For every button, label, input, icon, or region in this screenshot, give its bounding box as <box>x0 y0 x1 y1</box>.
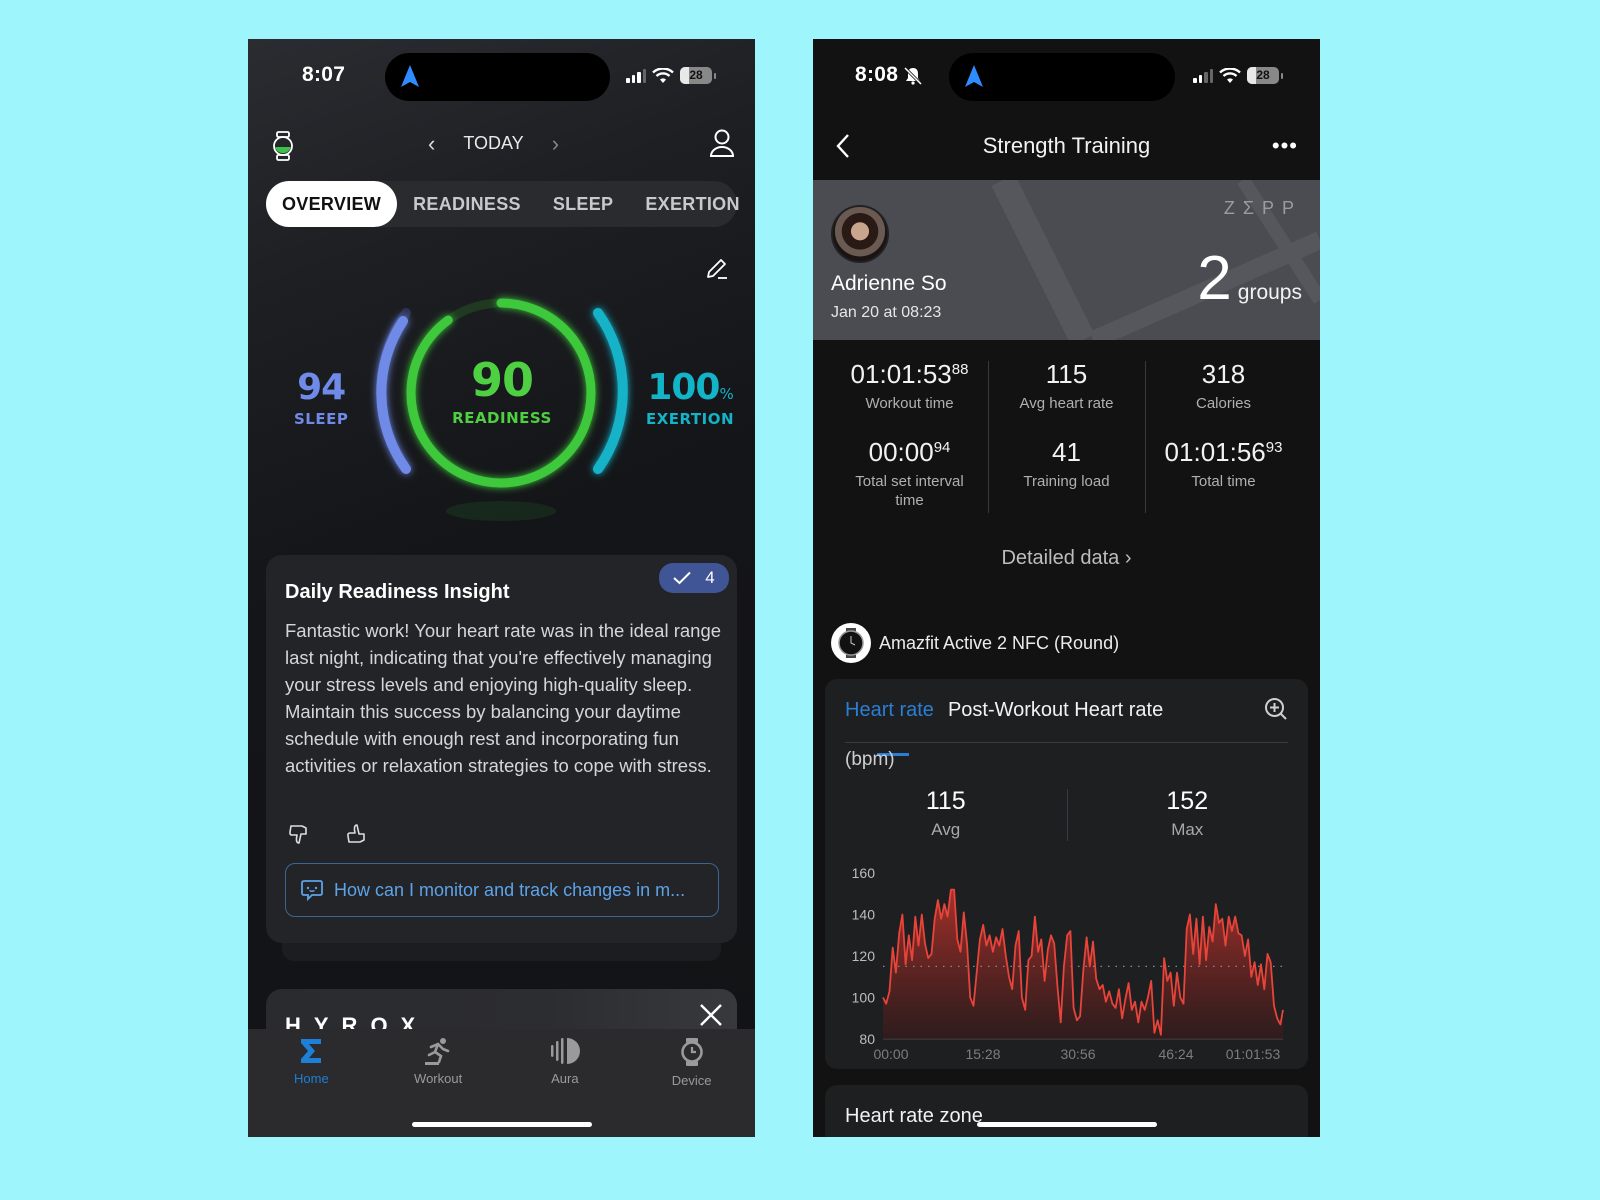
previous-day-chevron-icon[interactable]: ‹ <box>428 132 435 154</box>
battery-icon: 28 <box>1247 67 1279 84</box>
watch-thumbnail-icon <box>831 623 871 663</box>
tab-exertion[interactable]: EXERTION <box>629 181 755 227</box>
hr-avg: 115 Avg <box>925 787 966 839</box>
next-day-chevron-icon[interactable]: › <box>552 132 559 154</box>
sigma-icon <box>301 1039 322 1063</box>
y-tick-label: 120 <box>852 948 876 964</box>
y-tick-label: 140 <box>852 907 876 923</box>
stat-total-time: 01:01:5693 Total time <box>1164 437 1283 490</box>
watch-icon <box>680 1038 703 1066</box>
x-tick-label: 46:24 <box>1158 1046 1193 1062</box>
stat-training-load: 41 Training load <box>1023 437 1110 490</box>
workout-date: Jan 20 at 08:23 <box>831 304 942 321</box>
heart-rate-tabs: Heart rate Post-Workout Heart rate <box>845 699 1288 756</box>
home-indicator[interactable] <box>412 1122 592 1127</box>
cellular-signal-icon <box>1193 68 1213 83</box>
more-options-icon[interactable]: ••• <box>1272 133 1298 159</box>
silent-bell-icon <box>904 67 922 85</box>
tab-post-workout-heart-rate[interactable]: Post-Workout Heart rate <box>948 699 1163 742</box>
status-time: 8:08 <box>855 63 899 86</box>
x-tick-label: 30:56 <box>1060 1046 1095 1062</box>
ask-ai-question-button[interactable]: How can I monitor and track changes in m… <box>285 863 719 917</box>
status-time: 8:07 <box>302 63 346 86</box>
sleep-score[interactable]: 94 SLEEP <box>294 367 348 428</box>
edit-pencil-icon[interactable] <box>705 257 729 281</box>
exertion-score[interactable]: 100% EXERTION <box>646 367 734 428</box>
score-rings: 94 SLEEP 90 READINESS 100% EXERTION <box>248 289 755 529</box>
daily-readiness-insight-card: Daily Readiness Insight 4 Fantastic work… <box>266 555 737 943</box>
dynamic-island <box>385 53 610 101</box>
chat-bubble-icon <box>301 880 323 902</box>
page-title: Strength Training <box>982 133 1151 158</box>
date-navigator: ‹ TODAY › <box>428 132 559 154</box>
heart-rate-chart[interactable]: 160 140 120 100 8000:00 15:28 30:56 46:24 01:01:… <box>825 859 1308 1069</box>
tab-heart-rate[interactable]: Heart rate <box>845 699 934 756</box>
wifi-icon <box>1219 67 1241 83</box>
hr-max: 152 Max <box>1066 787 1309 841</box>
battery-icon: 28 <box>680 67 712 84</box>
checkmark-icon <box>673 571 691 585</box>
heart-rate-zone-title: Heart rate zone <box>845 1105 983 1127</box>
status-icons: 28 <box>626 67 716 84</box>
bottom-tab-bar: Home Workout Aura Device <box>248 1029 755 1137</box>
zoom-in-icon[interactable] <box>1264 697 1288 721</box>
insight-count-badge[interactable]: 4 <box>659 563 729 593</box>
chevron-right-icon: › <box>1124 547 1132 569</box>
feedback-buttons <box>288 823 368 845</box>
tab-sleep[interactable]: SLEEP <box>537 181 630 227</box>
running-icon <box>425 1038 450 1065</box>
heart-rate-card: Heart rate Post-Workout Heart rate (bpm)… <box>825 679 1308 1069</box>
dynamic-island <box>949 53 1175 101</box>
y-tick-label: 80 <box>859 1031 875 1047</box>
location-arrow-icon <box>965 65 983 87</box>
x-tick-label: 01:01:53 <box>1226 1046 1281 1062</box>
workout-summary-banner: Adrienne So Jan 20 at 08:23 ZΣPP 2 group… <box>813 180 1320 340</box>
status-icons: 28 <box>1193 67 1283 84</box>
top-nav: ‹ TODAY › <box>248 127 755 163</box>
exertion-arc <box>593 308 628 474</box>
device-battery-watch-icon[interactable] <box>272 131 294 161</box>
ask-ai-question-text: How can I monitor and track changes in m… <box>334 879 686 900</box>
x-tick-label: 00:00 <box>873 1046 908 1062</box>
tab-home[interactable]: Home <box>248 1037 375 1137</box>
readiness-score[interactable]: 90 READINESS <box>448 353 556 427</box>
user-avatar[interactable] <box>831 205 889 263</box>
overview-tabs: OVERVIEW READINESS SLEEP EXERTION <box>266 181 739 227</box>
date-label[interactable]: TODAY <box>463 133 523 154</box>
stat-avg-heart-rate: 115 Avg heart rate <box>1019 359 1114 412</box>
wifi-icon <box>652 67 674 83</box>
location-arrow-icon <box>401 65 419 87</box>
device-info: Amazfit Active 2 NFC (Round) <box>831 623 1119 663</box>
stat-workout-time: 01:01:5388 Workout time <box>850 359 969 412</box>
close-icon[interactable] <box>699 1003 723 1027</box>
zepp-logo: ZΣPP <box>1223 198 1302 218</box>
stat-calories: 318 Calories <box>1195 359 1252 412</box>
insight-body: Fantastic work! Your heart rate was in t… <box>285 620 722 776</box>
thumbs-up-icon[interactable] <box>346 823 368 845</box>
phone-screen-strength-training: 8:08 28 Strength Training ••• Adrienne S… <box>813 39 1320 1137</box>
user-name: Adrienne So <box>831 272 947 295</box>
thumbs-down-icon[interactable] <box>288 823 310 845</box>
detailed-data-link[interactable]: Detailed data › <box>813 547 1320 570</box>
aura-icon <box>550 1038 580 1064</box>
heart-rate-summary: 115 Avg 152 Max <box>825 787 1309 841</box>
unit-label: (bpm) <box>845 749 895 770</box>
x-tick-label: 15:28 <box>965 1046 1000 1062</box>
insight-title: Daily Readiness Insight <box>285 581 510 603</box>
phone-screen-zepp-home: 8:07 28 ‹ TODAY › OVERVIEW READINESS SLE… <box>248 39 755 1137</box>
page-header: Strength Training ••• <box>813 127 1320 167</box>
home-indicator[interactable] <box>977 1122 1157 1127</box>
tab-readiness[interactable]: READINESS <box>397 181 537 227</box>
profile-icon[interactable] <box>709 129 735 157</box>
workout-stats-grid: 01:01:5388 Workout time 00:0094 Total set … <box>831 359 1302 519</box>
groups-count: 2 groups <box>1197 244 1302 313</box>
y-tick-label: 160 <box>852 865 876 881</box>
stat-total-set-interval-time: 00:0094 Total set interval time <box>855 437 964 509</box>
device-name: Amazfit Active 2 NFC (Round) <box>879 632 1120 653</box>
tab-overview[interactable]: OVERVIEW <box>266 181 398 227</box>
cellular-signal-icon <box>626 68 646 83</box>
y-tick-label: 100 <box>852 990 876 1006</box>
tab-device[interactable]: Device <box>628 1037 755 1137</box>
heart-rate-zone-card[interactable]: Heart rate zone <box>825 1085 1308 1137</box>
